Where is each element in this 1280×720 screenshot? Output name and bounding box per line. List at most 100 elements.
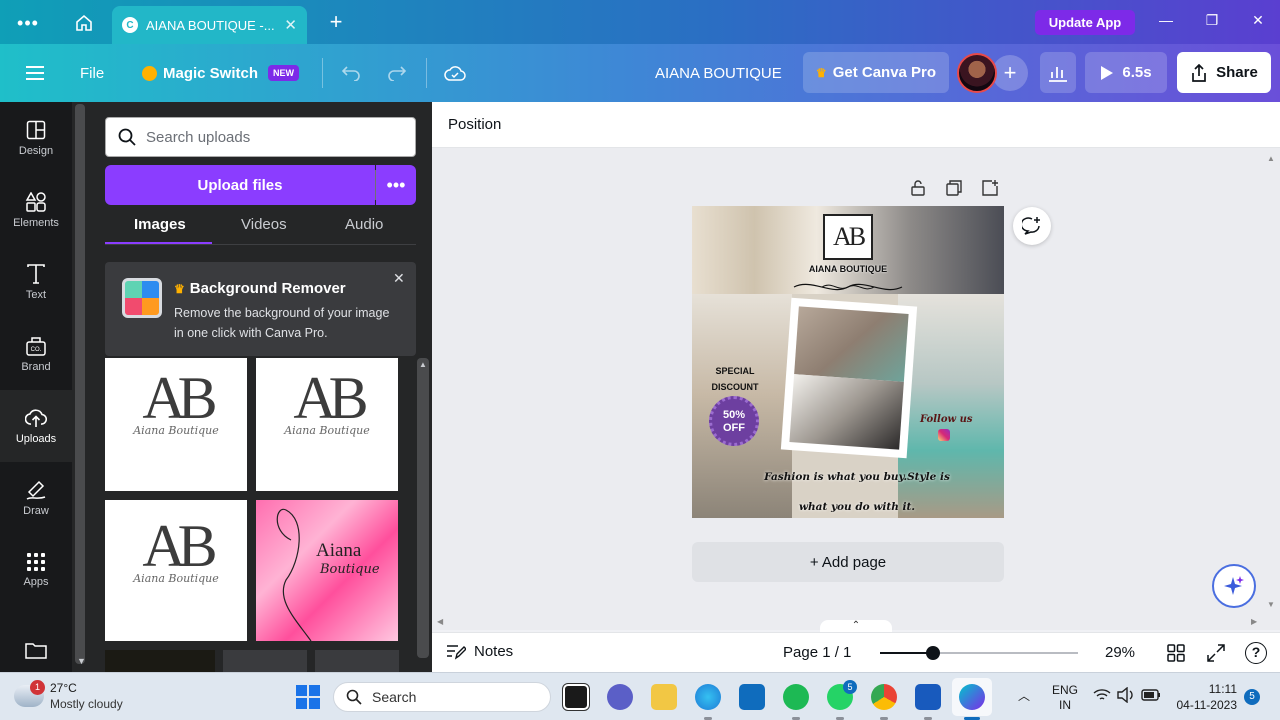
taskbar-search[interactable]: Search [333,682,551,712]
store-icon[interactable] [739,684,765,710]
more-options-icon[interactable]: ••• [376,165,416,205]
upload-thumbnail[interactable]: AB Aiana Boutique [105,358,247,491]
apps-icon [27,552,45,571]
close-window-icon[interactable]: ✕ [1248,12,1268,29]
notification-count[interactable]: 5 [1244,689,1260,705]
share-button[interactable]: Share [1177,52,1271,93]
get-canva-pro-button[interactable]: ♛ Get Canva Pro [803,52,949,93]
upload-thumbnail[interactable]: AB Aiana Boutique [105,500,247,641]
weather-desc[interactable]: Mostly cloudy [50,697,123,711]
fullscreen-icon[interactable] [1207,644,1225,662]
word-icon[interactable] [915,684,941,710]
zoom-value[interactable]: 29% [1105,644,1135,661]
edge-icon[interactable] [695,684,721,710]
rail-item-design[interactable]: Design [0,102,72,174]
zoom-slider-knob[interactable] [926,646,941,660]
upload-thumbnail[interactable] [315,650,399,672]
undo-icon[interactable] [341,44,361,102]
spotify-icon[interactable] [783,684,809,710]
rail-item-draw[interactable]: Draw [0,462,72,534]
rail-item-projects[interactable] [0,630,72,670]
chrome-icon[interactable] [871,684,897,710]
file-menu[interactable]: File [80,44,104,102]
design-icon [26,120,46,139]
left-rail: Design Elements Text CO. Brand Uploads D… [0,102,72,672]
scroll-down-icon[interactable]: ▼ [1267,600,1275,609]
duplicate-page-icon[interactable] [946,180,962,196]
upload-thumbnail[interactable]: AB Aiana Boutique [256,358,398,491]
scroll-up-icon[interactable]: ▲ [1267,154,1275,163]
upload-files-button[interactable]: Upload files [105,165,375,205]
rail-item-text[interactable]: Text [0,246,72,318]
share-label: Share [1216,64,1258,81]
battery-icon[interactable] [1141,689,1161,701]
rail-item-elements[interactable]: Elements [0,174,72,246]
tab-audio[interactable]: Audio [345,216,383,233]
panel-scrollbar[interactable] [75,104,85,664]
clock[interactable]: 11:11 04-11-2023 [1175,681,1238,713]
file-explorer-icon[interactable] [651,684,677,710]
background-remover-card[interactable]: ♛ Background Remover Remove the backgrou… [105,262,416,356]
restore-icon[interactable]: ❐ [1202,12,1222,29]
scroll-right-icon[interactable]: ▶ [1251,617,1257,626]
search-icon [346,689,362,705]
bg-remover-text: Remove the background of your image [174,306,390,320]
thumbs-scrollbar[interactable] [417,358,429,658]
tab-videos[interactable]: Videos [241,216,287,233]
task-view-icon[interactable] [562,683,590,711]
design-page[interactable]: AB AIANA BOUTIQUE SPECIAL DISCOUNT UPTO … [692,206,1004,518]
rail-item-uploads[interactable]: Uploads [0,390,72,462]
chevron-up-icon[interactable]: ︿ [1018,687,1030,704]
close-tab-icon[interactable]: ✕ [284,16,297,34]
browser-menu-icon[interactable]: ••• [14,12,42,34]
scroll-left-icon[interactable]: ◀ [437,617,443,626]
magic-assistant-icon[interactable] [1212,564,1256,608]
redo-icon[interactable] [387,44,407,102]
home-icon[interactable] [72,11,96,35]
expand-pages-icon[interactable]: ⌃ [820,620,892,632]
rail-item-brand[interactable]: CO. Brand [0,318,72,390]
upload-thumbnail[interactable] [223,650,307,672]
hamburger-menu-icon[interactable] [26,44,46,102]
wifi-icon[interactable] [1093,688,1111,702]
add-collaborator-icon[interactable]: + [992,55,1028,91]
page-indicator[interactable]: Page 1 / 1 [783,644,851,661]
browser-tab-active[interactable]: C AIANA BOUTIQUE -... ✕ [112,6,307,44]
badge-percent: 50% [722,409,746,421]
logo-script: Aiana Boutique [133,424,219,437]
rail-item-apps[interactable]: Apps [0,534,72,606]
add-page-icon[interactable] [982,180,998,196]
teams-icon[interactable] [607,684,633,710]
present-button[interactable]: 6.5s [1085,52,1167,93]
grid-view-icon[interactable] [1167,644,1185,662]
help-icon[interactable]: ? [1245,642,1267,664]
add-page-button[interactable]: + Add page [692,542,1004,582]
notes-button[interactable]: Notes [446,643,513,660]
tab-images[interactable]: Images [134,216,186,233]
avatar[interactable] [957,53,997,93]
scroll-up-icon[interactable]: ▲ [419,360,427,369]
upload-thumbnail[interactable] [105,650,215,672]
zoom-slider[interactable] [880,646,1078,660]
upload-thumbnail[interactable]: Aiana Boutique [256,500,398,641]
scroll-down-icon[interactable]: ▼ [77,656,86,666]
tab-title: AIANA BOUTIQUE -... [146,17,275,33]
canva-icon[interactable] [959,684,985,710]
add-comment-icon[interactable] [1013,207,1051,245]
lock-icon[interactable] [910,180,926,196]
analytics-icon[interactable] [1040,52,1076,93]
weather-temp[interactable]: 27°C [50,681,77,695]
update-app-button[interactable]: Update App [1035,10,1135,35]
volume-icon[interactable] [1117,687,1135,703]
design-title[interactable]: AIANA BOUTIQUE [655,44,782,102]
folder-icon [25,643,47,659]
start-icon[interactable] [296,685,320,709]
minimize-icon[interactable]: — [1156,12,1176,28]
close-icon[interactable]: ✕ [393,270,405,287]
search-uploads-input[interactable]: Search uploads [105,117,416,157]
magic-switch-button[interactable]: Magic Switch NEW [142,44,300,102]
position-button[interactable]: Position [448,116,501,133]
new-tab-icon[interactable]: + [326,9,346,34]
cloud-saved-icon[interactable] [444,44,466,102]
language-indicator[interactable]: ENG IN [1052,683,1078,713]
